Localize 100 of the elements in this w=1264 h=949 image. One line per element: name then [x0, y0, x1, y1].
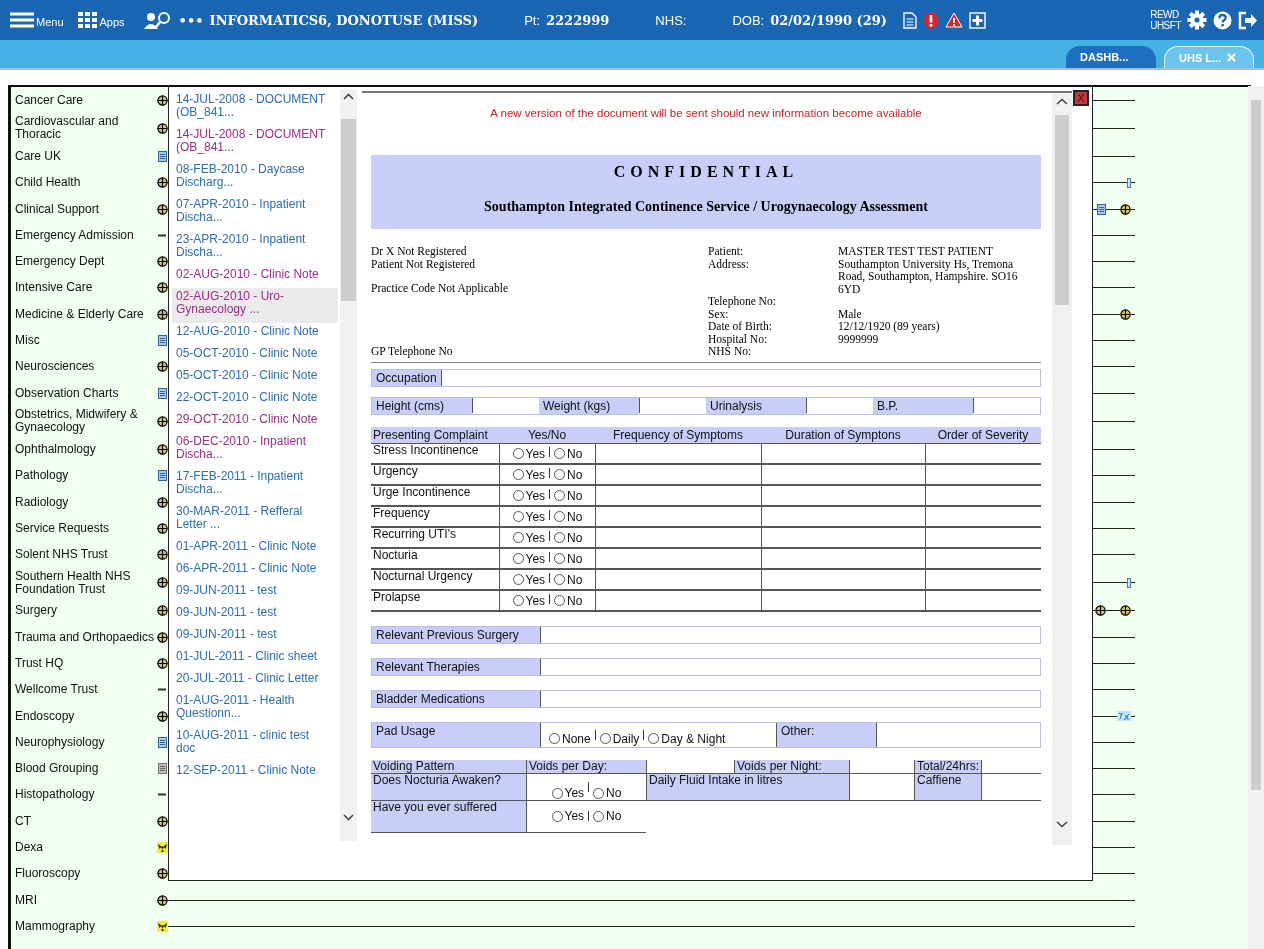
radio-label: No [567, 572, 583, 587]
radio-label: No [567, 446, 583, 461]
document-link[interactable]: 09-JUN-2011 - test [172, 626, 338, 648]
document-link[interactable]: 08-FEB-2010 - Daycase Discharg... [172, 161, 338, 196]
category-label[interactable]: Obstetrics, Midwifery & Gynaecology [11, 408, 156, 435]
category-label[interactable]: Service Requests [11, 521, 156, 535]
document-link[interactable]: 05-OCT-2010 - Clinic Note [172, 367, 338, 389]
occupation-label: Occupation [372, 369, 441, 386]
category-label[interactable]: Southern Health NHS Foundation Trust [11, 569, 156, 596]
category-label[interactable]: Medicine & Elderly Care [11, 307, 156, 321]
radio-label: Yes [525, 572, 546, 587]
category-label[interactable]: Ophthalmology [11, 442, 156, 456]
pt-label: Pt: [524, 12, 541, 28]
gp-phone-label: GP Telephone No [371, 345, 454, 358]
category-label[interactable]: Fluoroscopy [11, 867, 156, 881]
document-link[interactable]: 01-JUL-2011 - Clinic sheet [172, 648, 338, 670]
radio-label: Yes [564, 809, 585, 823]
document-link[interactable]: 14-JUL-2008 - DOCUMENT (OB_841... [172, 126, 338, 161]
field-value: 9999999 [838, 332, 880, 345]
category-label[interactable]: Cancer Care [11, 93, 156, 107]
document-link[interactable]: 12-SEP-2011 - Clinic Note [172, 762, 338, 784]
category-label[interactable]: Care UK [11, 149, 156, 163]
field-label: Telephone No: [708, 295, 777, 308]
caffeine-label: Caffiene [914, 773, 981, 801]
document-link[interactable]: 22-OCT-2010 - Clinic Note [172, 389, 338, 411]
radio-label: No [567, 488, 583, 503]
document-link[interactable]: 02-AUG-2010 - Clinic Note [172, 266, 338, 288]
fluid-intake-label: Daily Fluid Intake in litres [646, 773, 849, 801]
radio-label: Day & Night [661, 731, 726, 746]
category-label[interactable]: Trust HQ [11, 657, 156, 670]
document-link[interactable]: 07-APR-2010 - Inpatient Discha... [172, 196, 338, 231]
document-link[interactable]: 14-JUL-2008 - DOCUMENT (OB_841... [172, 91, 338, 126]
voids-night-label: Voids per Night: [734, 759, 849, 774]
category-label[interactable]: MRI [11, 893, 156, 907]
radio-label: None [562, 731, 591, 746]
category-label[interactable]: Emergency Dept [11, 255, 156, 269]
document-link[interactable]: 06-DEC-2010 - Inpatient Discha... [172, 433, 338, 468]
field-label: Bladder Medications [372, 690, 540, 707]
document-link[interactable]: 02-AUG-2010 - Uro-Gynaecology ... [172, 288, 338, 323]
document-link[interactable]: 06-APR-2011 - Clinic Note [172, 560, 338, 582]
category-label[interactable]: Solent NHS Trust [11, 548, 156, 562]
document-link[interactable]: 05-OCT-2010 - Clinic Note [172, 345, 338, 367]
confidential-heading: CONFIDENTIAL [612, 163, 800, 181]
practice-line: Patient Not Registered [371, 257, 477, 270]
document-link[interactable]: 01-APR-2011 - Clinic Note [172, 538, 338, 560]
radio-label: Yes [525, 488, 546, 503]
category-label[interactable]: Neurosciences [11, 360, 156, 374]
category-label[interactable]: Trauma and Orthopaedics [11, 630, 156, 644]
category-label[interactable]: Dexa [11, 841, 156, 855]
category-label[interactable]: Clinical Support [11, 202, 156, 216]
field-value: 12/12/1920 (89 years) [838, 320, 941, 333]
category-label[interactable]: Misc [11, 334, 156, 347]
category-label[interactable]: Histopathology [11, 788, 156, 802]
category-label[interactable]: Endoscopy [11, 709, 156, 723]
radio-label: Yes [525, 593, 546, 608]
field-label: Address: [708, 257, 750, 272]
document-link[interactable]: 20-JUL-2011 - Clinic Letter [172, 670, 338, 692]
complaint-name: Stress Incontinence [371, 443, 499, 465]
tab[interactable]: DASHB... [1066, 46, 1156, 68]
document-title: Southampton Integrated Continence Service / Urogynaecology Assessment [483, 199, 929, 215]
more-dots[interactable]: ••• [178, 12, 204, 28]
category-label[interactable]: Cardiovascular and Thoracic [11, 115, 156, 142]
other-label: Other: [776, 722, 876, 747]
column-header: Order of Severity [925, 426, 1041, 444]
field-label: NHS No: [708, 345, 753, 358]
menu-button[interactable]: Menu [6, 12, 68, 28]
category-label[interactable]: Wellcome Trust [11, 683, 156, 697]
field-label: Patient: [708, 245, 745, 258]
radio-label: Yes [525, 446, 546, 461]
measurement-label: Weight (kgs) [539, 397, 639, 414]
document-link[interactable]: 23-APR-2010 - Inpatient Discha... [172, 231, 338, 266]
document-link[interactable]: 12-AUG-2010 - Clinic Note [172, 323, 338, 345]
document-link[interactable]: 30-MAR-2011 - Refferal Letter ... [172, 503, 338, 538]
nocturia-label: Does Nocturia Awaken? [371, 773, 526, 801]
category-label[interactable]: Mammography [11, 919, 156, 933]
category-label[interactable]: Blood Grouping [11, 762, 156, 776]
radio-label: No [567, 551, 583, 566]
category-label[interactable]: Observation Charts [11, 386, 156, 400]
column-header: Yes/No [499, 426, 595, 444]
document-link[interactable]: 17-FEB-2011 - Inpatient Discha... [172, 468, 338, 503]
document-link[interactable]: 29-OCT-2010 - Clinic Note [172, 411, 338, 433]
document-link[interactable]: 01-AUG-2011 - Health Questionn... [172, 692, 338, 727]
category-label[interactable]: Pathology [11, 469, 156, 483]
document-link[interactable]: 10-AUG-2011 - clinic test doc [172, 727, 338, 762]
apps-button[interactable]: Apps [73, 12, 129, 28]
category-label[interactable]: Child Health [11, 176, 156, 190]
complaint-name: Frequency [371, 506, 499, 528]
column-header: Frequency of Symptoms [595, 426, 761, 444]
category-label[interactable]: Neurophysiology [11, 735, 156, 749]
measurement-label: Height (cms) [372, 397, 472, 414]
document-link[interactable]: 09-JUN-2011 - test [172, 582, 338, 604]
radio-label: Yes [525, 551, 546, 566]
document-link[interactable]: 09-JUN-2011 - test [172, 604, 338, 626]
category-label[interactable]: Emergency Admission [11, 228, 156, 242]
category-label[interactable]: Surgery [11, 604, 156, 618]
category-label[interactable]: Intensive Care [11, 281, 156, 295]
complaint-name: Prolapse [371, 590, 499, 612]
category-label[interactable]: CT [11, 814, 156, 828]
radio-label: Yes [525, 509, 546, 524]
category-label[interactable]: Radiology [11, 495, 156, 509]
